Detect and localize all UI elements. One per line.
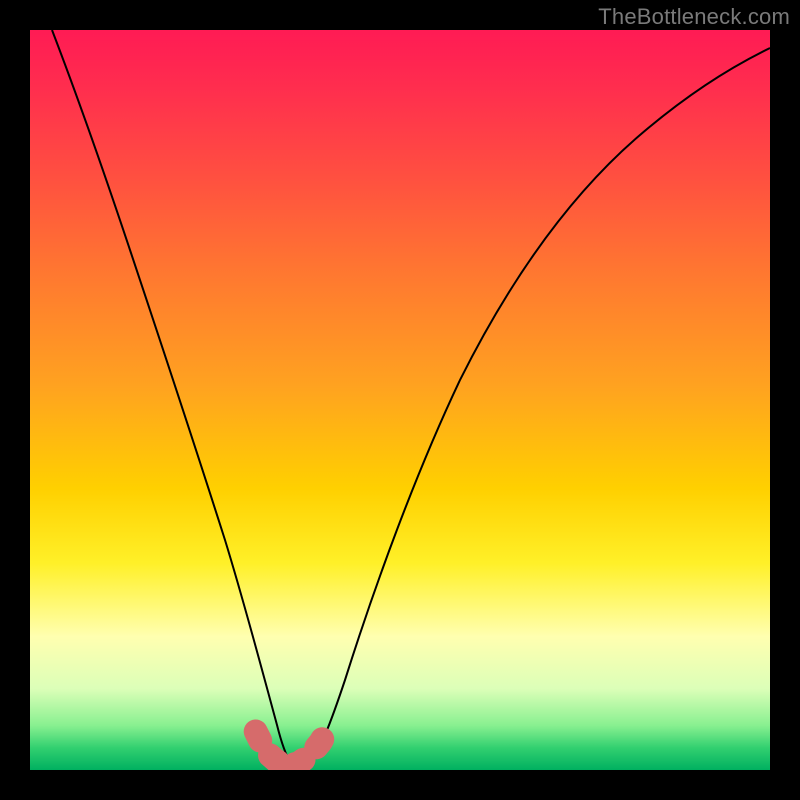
chart-frame: TheBottleneck.com <box>0 0 800 800</box>
marker-segment <box>256 726 330 766</box>
marker-stroke <box>256 726 330 766</box>
bottleneck-curve-path <box>52 30 770 769</box>
curve-layer <box>30 30 770 770</box>
watermark-text: TheBottleneck.com <box>598 4 790 30</box>
plot-area <box>30 30 770 770</box>
